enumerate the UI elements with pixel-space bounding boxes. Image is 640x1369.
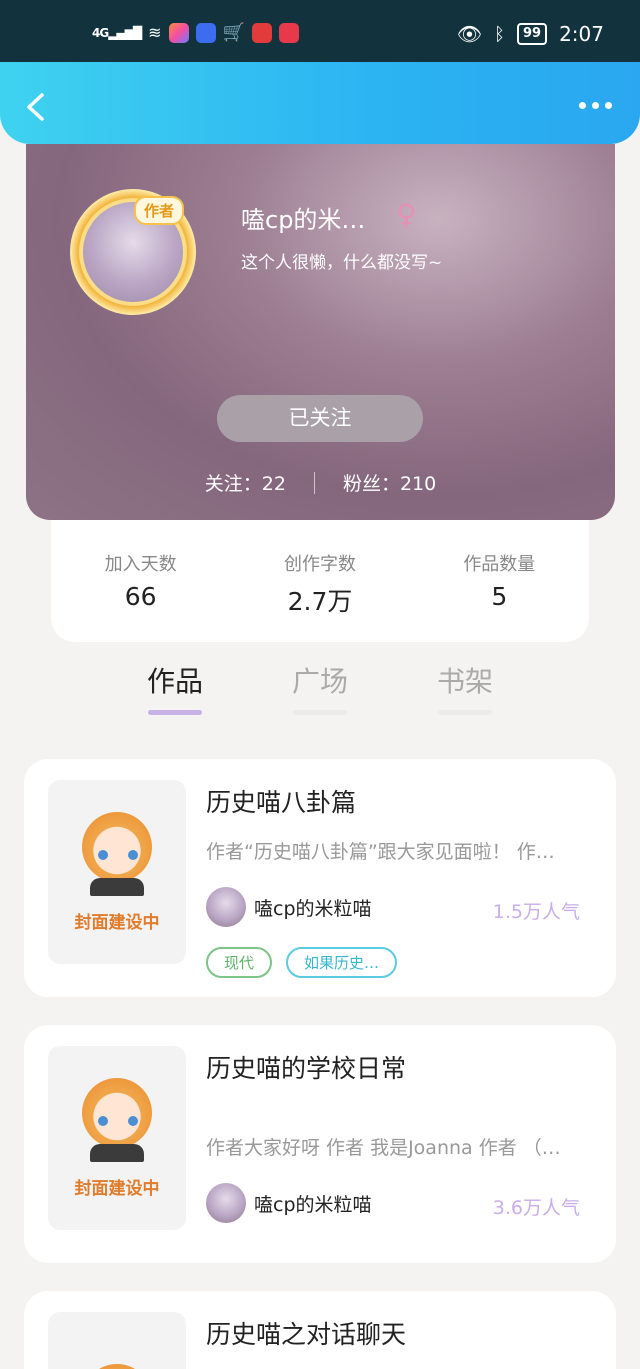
stat-value: 66: [124, 582, 157, 611]
work-author: 嗑cp的米粒喵: [206, 887, 372, 927]
app-icon-music: [195, 22, 216, 43]
work-tags: 现代 如果历史…: [206, 947, 398, 978]
signal-icon: 4G▂▄▆█: [92, 25, 142, 40]
author-badge: 作者: [134, 196, 185, 225]
work-popularity: 3.6万人气: [492, 1197, 580, 1219]
following-count[interactable]: 关注：22: [205, 469, 286, 496]
bluetooth-icon: ᛒ: [494, 23, 505, 45]
tab-square[interactable]: 广场: [280, 660, 360, 715]
profile-name: 嗑cp的米…: [241, 206, 366, 234]
more-options-icon[interactable]: [579, 102, 612, 109]
stat-word-count: 创作字数 2.7万: [230, 520, 409, 642]
tab-label: 作品: [146, 665, 203, 698]
app-icon-book: [251, 22, 272, 43]
work-title: 历史喵的学校日常: [206, 1054, 407, 1083]
tab-indicator: [438, 710, 492, 715]
female-icon: ♀: [396, 198, 417, 231]
cover-character-illustration: [82, 1078, 152, 1148]
follow-counts: 关注：22 粉丝：210: [26, 469, 615, 496]
work-title: 历史喵之对话聊天: [206, 1320, 407, 1349]
work-cover: [48, 1312, 186, 1369]
author-avatar: [206, 1183, 246, 1223]
work-description: 作者“历史喵八卦篇”跟大家见面啦！ 作…: [206, 841, 555, 863]
eye-icon: 👁: [456, 22, 483, 46]
tab-label: 广场: [291, 665, 348, 698]
tab-indicator: [293, 710, 347, 715]
work-card[interactable]: 历史喵之对话聊天: [24, 1291, 616, 1369]
battery-icon: 99: [516, 23, 548, 45]
author-avatar: [206, 887, 246, 927]
tab-bookshelf[interactable]: 书架: [425, 660, 505, 715]
work-title: 历史喵八卦篇: [206, 788, 357, 817]
top-header: [0, 62, 640, 144]
back-arrow-icon[interactable]: [24, 92, 46, 122]
work-card[interactable]: 封面建设中 历史喵的学校日常 作者大家好呀 作者 我是Joanna 作者 （… …: [24, 1025, 616, 1263]
status-bar: 4G▂▄▆█ ≋ 🛒 👁 ᛒ 99 2:07: [0, 0, 640, 62]
profile-bio: 这个人很懒，什么都没写~: [241, 253, 443, 273]
cover-character-illustration: [82, 812, 152, 882]
stat-value: 2.7万: [287, 587, 353, 616]
tab-works[interactable]: 作品: [135, 660, 215, 715]
cart-icon: 🛒: [222, 22, 245, 43]
tag[interactable]: 如果历史…: [286, 947, 398, 978]
divider: [313, 471, 315, 494]
cover-caption: 封面建设中: [74, 913, 160, 933]
network-type: 4G: [92, 25, 109, 40]
stat-work-count: 作品数量 5: [410, 520, 589, 642]
author-name: 嗑cp的米粒喵: [254, 897, 372, 920]
work-cover: 封面建设中: [48, 1046, 186, 1230]
stat-value: 5: [491, 582, 508, 611]
follow-button[interactable]: 已关注: [217, 395, 423, 442]
wifi-icon: ≋: [148, 23, 162, 42]
followers-count[interactable]: 粉丝：210: [343, 469, 436, 496]
clock: 2:07: [559, 22, 604, 46]
stat-label: 加入天数: [104, 554, 177, 575]
stat-label: 创作字数: [283, 554, 356, 575]
author-name: 嗑cp的米粒喵: [254, 1193, 372, 1216]
stat-join-days: 加入天数 66: [51, 520, 230, 642]
profile-card: 作者 嗑cp的米… ♀ 这个人很懒，什么都没写~ 已关注 关注：22 粉丝：21…: [26, 144, 615, 520]
cover-character-illustration: [82, 1364, 152, 1369]
tab-label: 书架: [436, 665, 493, 698]
tag[interactable]: 现代: [206, 947, 273, 978]
work-description: 作者大家好呀 作者 我是Joanna 作者 （…: [206, 1137, 561, 1159]
tab-bar: 作品 广场 书架: [0, 660, 640, 720]
tab-indicator: [148, 710, 202, 715]
work-card[interactable]: 封面建设中 历史喵八卦篇 作者“历史喵八卦篇”跟大家见面啦！ 作… 嗑cp的米粒…: [24, 759, 616, 997]
cover-caption: 封面建设中: [74, 1179, 160, 1199]
work-cover: 封面建设中: [48, 780, 186, 964]
app-icon-heart: [278, 22, 299, 43]
stats-panel: 加入天数 66 创作字数 2.7万 作品数量 5: [51, 520, 589, 642]
app-icon-calculator: [168, 22, 189, 43]
stat-label: 作品数量: [463, 554, 536, 575]
work-author: 嗑cp的米粒喵: [206, 1183, 372, 1223]
work-popularity: 1.5万人气: [492, 901, 580, 923]
